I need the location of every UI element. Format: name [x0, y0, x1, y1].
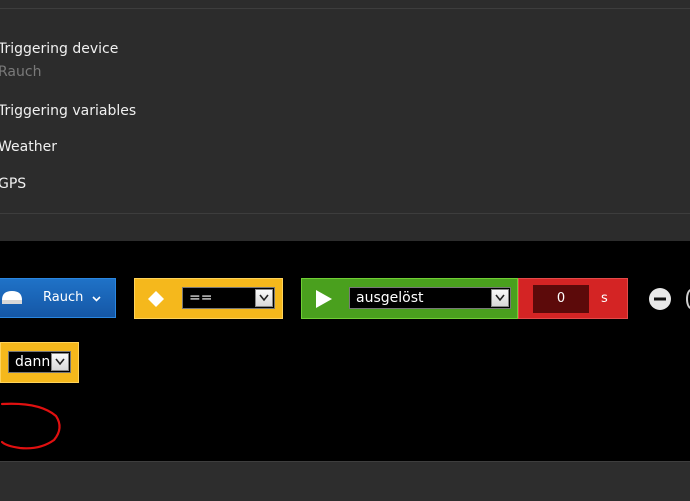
chevron-down-icon[interactable]: [255, 289, 273, 307]
chevron-down-icon[interactable]: [92, 296, 101, 302]
device-label: Rauch: [43, 290, 84, 305]
play-icon: [316, 290, 332, 308]
device-block[interactable]: Rauch: [0, 278, 116, 318]
value-block[interactable]: ausgelöst: [301, 278, 518, 319]
chevron-down-icon[interactable]: [51, 353, 69, 371]
annotation-circle: [0, 402, 61, 450]
connector-value: dann: [15, 354, 51, 370]
footer-bar: [0, 461, 690, 501]
condition-diamond-icon: [148, 291, 164, 307]
operator-block[interactable]: ==: [134, 278, 283, 319]
delay-unit: s: [601, 291, 608, 306]
add-condition-icon[interactable]: [686, 289, 690, 309]
operator-value: ==: [189, 290, 213, 306]
operator-select[interactable]: ==: [182, 287, 275, 309]
divider: [0, 213, 690, 214]
menu-item-weather[interactable]: Weather: [0, 139, 57, 155]
menu-item-triggering-device-value[interactable]: Rauch: [0, 64, 41, 80]
menu-item-gps[interactable]: GPS: [0, 176, 26, 192]
value-select[interactable]: ausgelöst: [349, 287, 511, 309]
chevron-down-icon[interactable]: [491, 289, 509, 307]
menu-item-triggering-variables[interactable]: Triggering variables: [0, 103, 136, 119]
delay-block[interactable]: 0 s: [518, 278, 628, 319]
remove-condition-icon[interactable]: [648, 287, 672, 311]
rule-editor-canvas: [0, 241, 690, 461]
connector-block[interactable]: dann: [0, 342, 79, 383]
connector-select[interactable]: dann: [8, 351, 71, 373]
value-text: ausgelöst: [356, 290, 424, 306]
divider: [0, 8, 690, 9]
trigger-menu-panel: Triggering device Rauch Triggering varia…: [0, 0, 690, 241]
menu-item-triggering-device[interactable]: Triggering device: [0, 41, 118, 57]
delay-input[interactable]: 0: [533, 285, 589, 313]
smoke-detector-icon: [2, 291, 22, 304]
